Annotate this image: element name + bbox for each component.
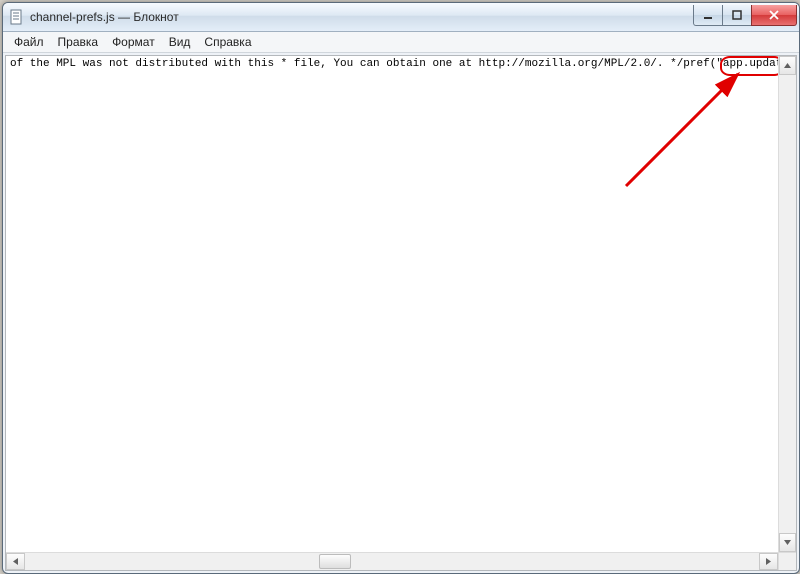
annotation-arrow: [606, 66, 766, 196]
vscroll-track[interactable]: [779, 75, 796, 533]
scroll-right-button[interactable]: [759, 553, 778, 570]
hscroll-thumb[interactable]: [319, 554, 351, 569]
menu-view[interactable]: Вид: [162, 34, 198, 50]
menubar: Файл Правка Формат Вид Справка: [3, 32, 799, 53]
text-segment-pre: of the MPL was not distributed with this…: [10, 58, 796, 70]
notepad-icon: [9, 9, 25, 25]
minimize-button[interactable]: [693, 5, 723, 26]
notepad-window: channel-prefs.js — Блокнот Файл Правка Ф…: [2, 2, 800, 574]
titlebar[interactable]: channel-prefs.js — Блокнот: [3, 3, 799, 32]
menu-help[interactable]: Справка: [197, 34, 258, 50]
maximize-button[interactable]: [722, 5, 752, 26]
scrollbar-corner: [778, 553, 796, 570]
window-title: channel-prefs.js — Блокнот: [30, 10, 694, 24]
horizontal-scrollbar[interactable]: [6, 552, 796, 570]
menu-file[interactable]: Файл: [7, 34, 51, 50]
menu-edit[interactable]: Правка: [51, 34, 106, 50]
scroll-up-button[interactable]: [779, 56, 796, 75]
scroll-down-button[interactable]: [779, 533, 796, 552]
menu-format[interactable]: Формат: [105, 34, 162, 50]
text-content[interactable]: of the MPL was not distributed with this…: [6, 56, 796, 552]
text-line-1[interactable]: of the MPL was not distributed with this…: [10, 58, 776, 70]
hscroll-track[interactable]: [25, 553, 759, 570]
close-button[interactable]: [751, 5, 797, 26]
scroll-left-button[interactable]: [6, 553, 25, 570]
editor-area: of the MPL was not distributed with this…: [5, 55, 797, 571]
vertical-scrollbar[interactable]: [778, 56, 796, 552]
window-controls: [694, 5, 797, 25]
